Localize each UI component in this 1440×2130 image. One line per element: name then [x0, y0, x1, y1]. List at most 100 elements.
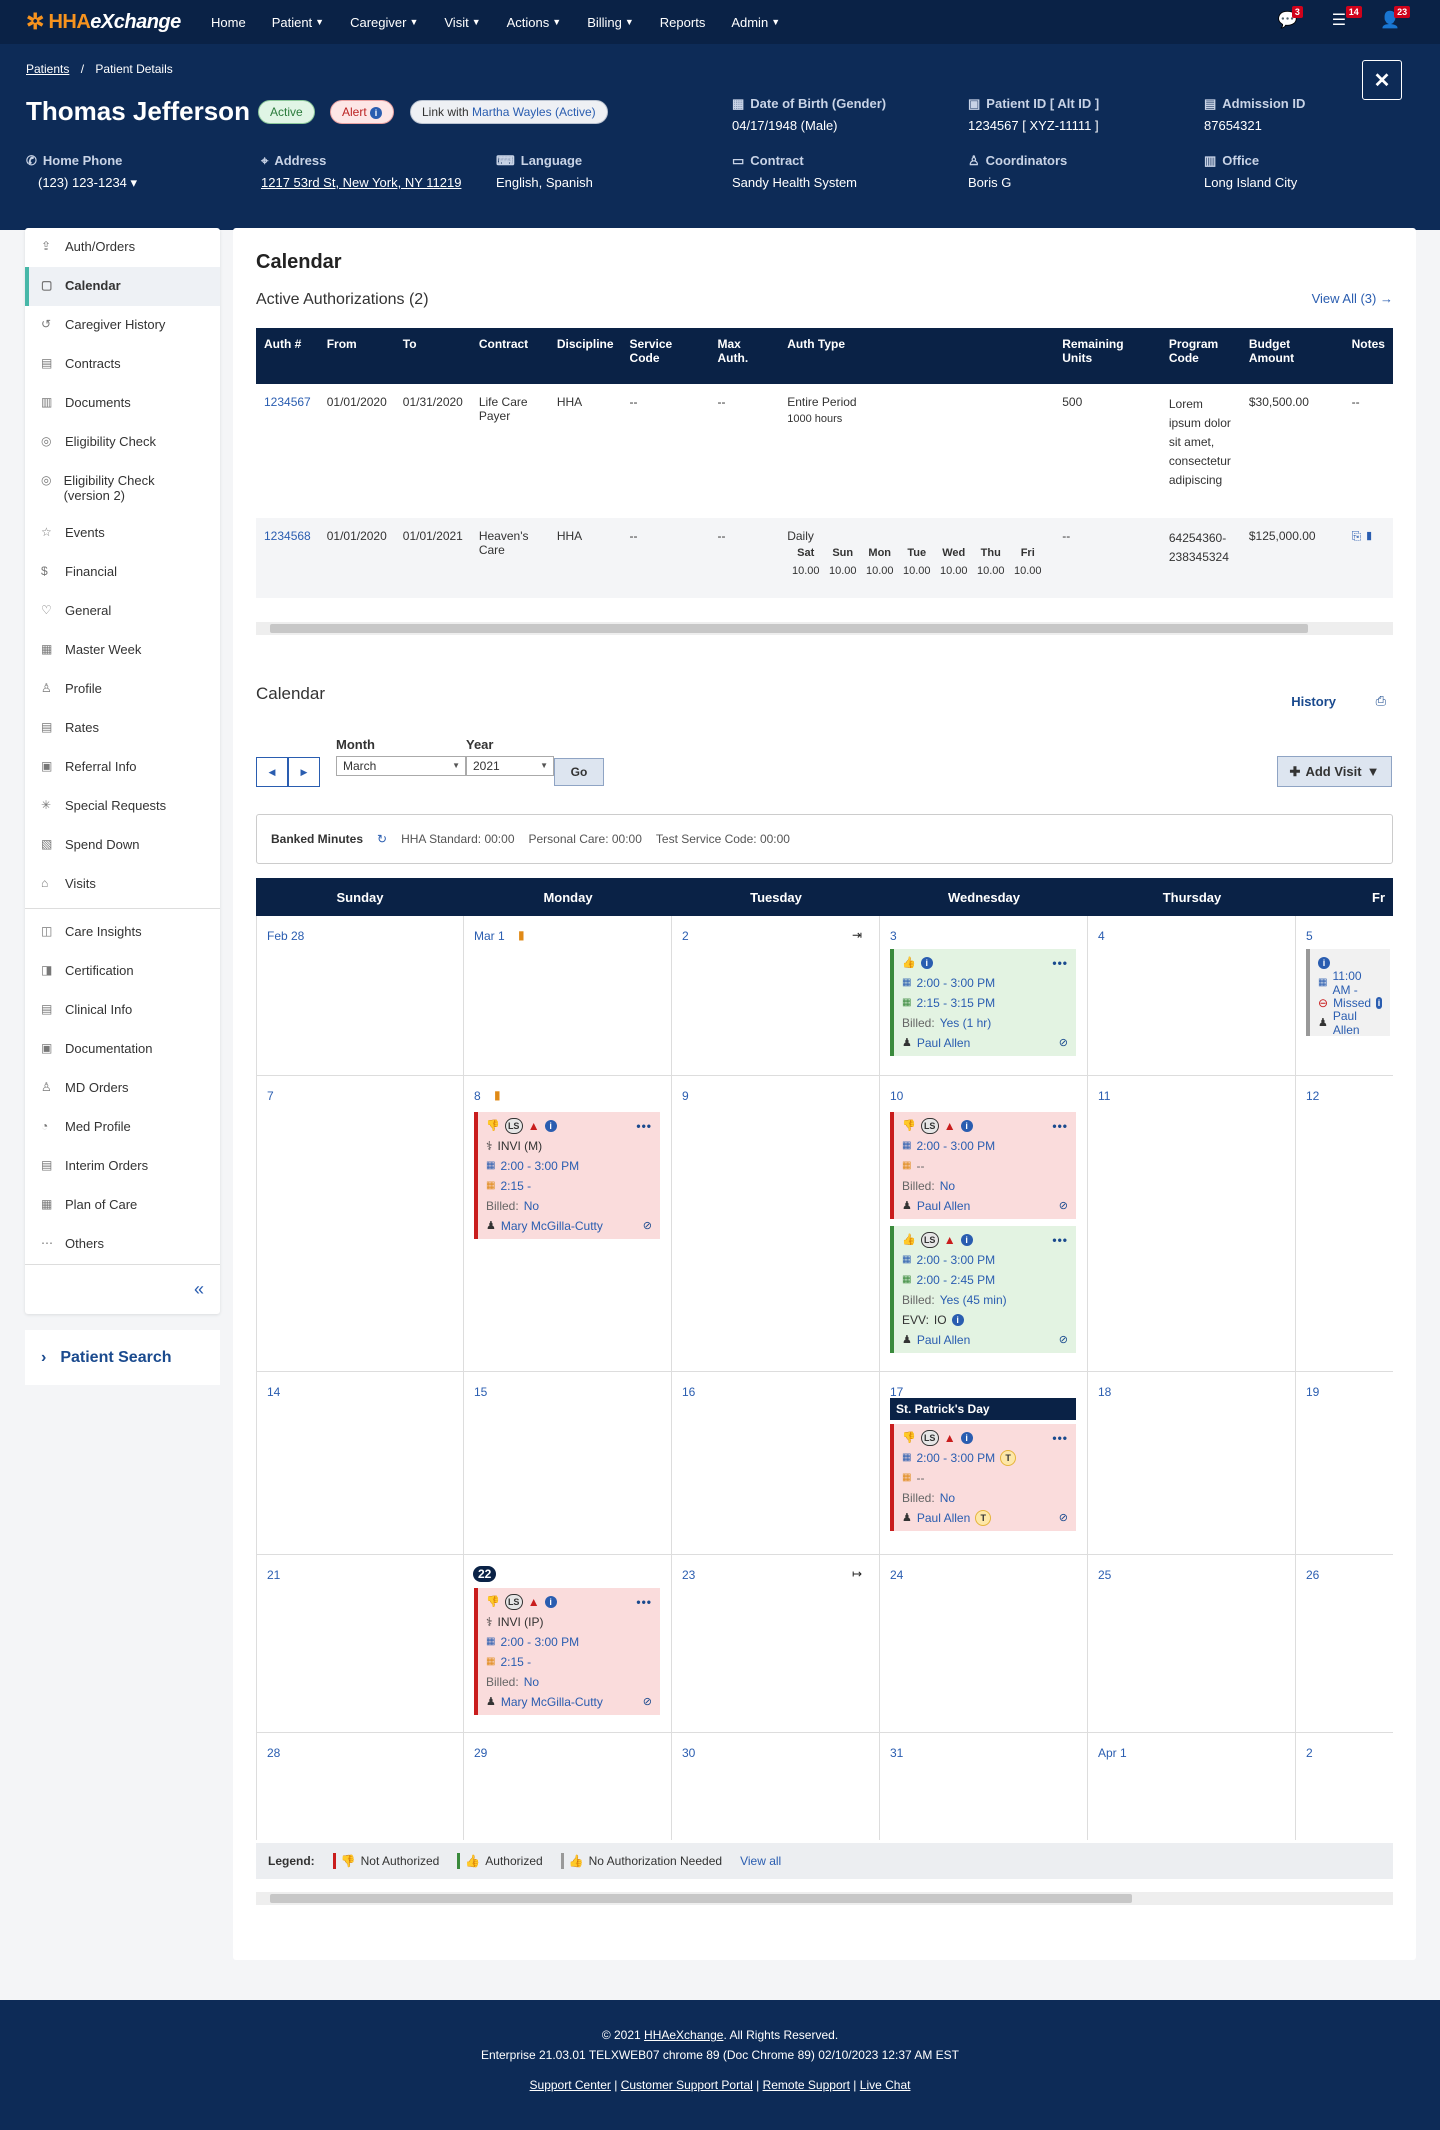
calendar-day-cell[interactable]: 29	[464, 1733, 672, 1840]
sidebar-item-eligibility-check-version-2-[interactable]: ◎ Eligibility Check (version 2)	[25, 462, 220, 514]
caregiver-link[interactable]: Paul Allen	[917, 1511, 970, 1525]
calendar-day-cell[interactable]: 14	[256, 1372, 464, 1555]
day-number[interactable]: 24	[890, 1568, 903, 1582]
calendar-day-cell[interactable]: 18	[1088, 1372, 1296, 1555]
caregiver-link[interactable]: Mary McGilla-Cutty	[501, 1695, 603, 1709]
day-number[interactable]: 23	[682, 1568, 695, 1582]
breadcrumb-patients[interactable]: Patients	[26, 62, 69, 76]
month-select[interactable]: March ▼	[336, 756, 466, 776]
calendar-day-cell[interactable]: 17 👎 LS ▲ i ••• ▦ 2:00 - 3:00 PM T ▦ -- Billed: No ♟ P…	[880, 1372, 1088, 1555]
calendar-day-cell[interactable]: 30	[672, 1733, 880, 1840]
sidebar-item-auth-orders[interactable]: ⇪ Auth/Orders	[25, 228, 220, 267]
more-icon[interactable]: •••	[1052, 1431, 1068, 1445]
sidebar-item-referral-info[interactable]: ▣ Referral Info	[25, 748, 220, 787]
go-button[interactable]: Go	[554, 758, 604, 786]
auth-number-link[interactable]: 1234567	[264, 395, 311, 409]
refresh-icon[interactable]: ↻	[377, 832, 387, 846]
sidebar-item-visits[interactable]: ⌂ Visits	[25, 865, 220, 904]
scrollbar-thumb[interactable]	[270, 624, 1308, 633]
sidebar-item-plan-of-care[interactable]: ▦ Plan of Care	[25, 1186, 220, 1225]
sidebar-item-general[interactable]: ♡ General	[25, 592, 220, 631]
hidden-eye-icon[interactable]: ⊘	[1059, 1511, 1068, 1524]
caregiver-link[interactable]: Mary McGilla-Cutty	[501, 1219, 603, 1233]
calendar-day-cell[interactable]: Mar 1 ▮	[464, 916, 672, 1076]
remote-support-link[interactable]: Remote Support	[763, 2078, 850, 2092]
sidebar-item-financial[interactable]: $ Financial	[25, 553, 220, 592]
day-number[interactable]: 30	[682, 1746, 695, 1760]
calendar-day-cell[interactable]: 26	[1296, 1555, 1393, 1733]
visit-card[interactable]: 👎 LS ▲ i ••• ▦ 2:00 - 3:00 PM ▦ -- Billed: No ♟ Paul…	[890, 1112, 1076, 1219]
visit-card[interactable]: 👎 LS ▲ i ••• ⚕ INVI (M) ▦ 2:00 - 3:00 PM ▦ 2:15 -B…	[474, 1112, 660, 1239]
calendar-day-cell[interactable]: 9	[672, 1076, 880, 1372]
day-number[interactable]: 4	[1098, 929, 1105, 943]
company-link[interactable]: HHAeXchange	[644, 2028, 723, 2042]
calendar-scrollbar[interactable]	[256, 1892, 1393, 1905]
visit-card[interactable]: i ▦ 11:00 AM - ⊖ Missed i ♟ Paul Allen	[1306, 949, 1390, 1037]
nav-billing[interactable]: Billing ▼	[574, 15, 647, 30]
calendar-day-cell[interactable]: Feb 28	[256, 916, 464, 1076]
phone-value[interactable]: (123) 123-1234 ▾	[26, 175, 137, 191]
sidebar-item-spend-down[interactable]: ▧ Spend Down	[25, 826, 220, 865]
caregiver-link[interactable]: Paul Allen	[917, 1036, 970, 1050]
sidebar-item-care-insights[interactable]: ◫ Care Insights	[25, 913, 220, 952]
sidebar-item-med-profile[interactable]: ◔ Med Profile	[25, 1108, 220, 1147]
day-number[interactable]: 2	[682, 929, 689, 943]
calendar-day-cell[interactable]: 8 👎 LS ▲ i ••• ⚕ INVI (M) ▦ 2:00 - 3:00 PM ▦ 2:15 -…	[464, 1076, 672, 1372]
day-number[interactable]: 14	[267, 1385, 280, 1399]
note-icon[interactable]: ▮	[494, 1088, 501, 1102]
print-icon[interactable]: ⎙	[1376, 693, 1386, 709]
nav-patient[interactable]: Patient ▼	[259, 15, 337, 30]
legend-view-all-link[interactable]: View all	[740, 1854, 781, 1868]
day-number[interactable]: 8	[474, 1089, 481, 1103]
more-icon[interactable]: •••	[1052, 1119, 1068, 1133]
logo[interactable]: ✲ HHAeXchange	[26, 9, 198, 35]
hidden-eye-icon[interactable]: ⊘	[1059, 1333, 1068, 1346]
sidebar-item-master-week[interactable]: ▦ Master Week	[25, 631, 220, 670]
day-number[interactable]: 12	[1306, 1089, 1319, 1103]
add-visit-button[interactable]: ✚ Add Visit ▼	[1277, 756, 1392, 787]
sidebar-item-events[interactable]: ☆ Events	[25, 514, 220, 553]
hidden-eye-icon[interactable]: ⊘	[643, 1219, 652, 1232]
calendar-day-cell[interactable]: 31	[880, 1733, 1088, 1840]
prev-month-button[interactable]: ◀	[256, 757, 288, 787]
day-number[interactable]: 15	[474, 1385, 487, 1399]
day-number[interactable]: Mar 1	[474, 929, 505, 943]
view-all-link[interactable]: View All (3) →	[1312, 291, 1393, 306]
close-button[interactable]: ✕	[1362, 60, 1402, 100]
address-link[interactable]: 1217 53rd St, New York, NY 11219	[261, 175, 461, 190]
sign-out-icon[interactable]: ↦	[852, 1567, 862, 1581]
sidebar-item-special-requests[interactable]: ✳ Special Requests	[25, 787, 220, 826]
caregiver-link[interactable]: Paul Allen	[917, 1333, 970, 1347]
calendar-day-cell[interactable]: 23 ↦	[672, 1555, 880, 1733]
auth-number-link[interactable]: 1234568	[264, 529, 311, 543]
calendar-day-cell[interactable]: 5 i ▦ 11:00 AM - ⊖ Missed i ♟ Paul Allen	[1296, 916, 1393, 1076]
nav-reports[interactable]: Reports	[647, 15, 719, 30]
nav-actions[interactable]: Actions ▼	[494, 15, 575, 30]
day-number[interactable]: 16	[682, 1385, 695, 1399]
day-number[interactable]: Apr 1	[1098, 1746, 1127, 1760]
calendar-day-cell[interactable]: 28	[256, 1733, 464, 1840]
sidebar-item-interim-orders[interactable]: ▤ Interim Orders	[25, 1147, 220, 1186]
sidebar-item-others[interactable]: ⋯ Others	[25, 1225, 220, 1264]
day-number[interactable]: 22	[473, 1566, 497, 1582]
visit-card[interactable]: 👎 LS ▲ i ••• ⚕ INVI (IP) ▦ 2:00 - 3:00 PM ▦ 2:15 -…	[474, 1588, 660, 1715]
calendar-day-cell[interactable]: 25	[1088, 1555, 1296, 1733]
collapse-sidebar-button[interactable]: «	[25, 1264, 220, 1314]
year-select[interactable]: 2021 ▼	[466, 756, 554, 776]
nav-caregiver[interactable]: Caregiver ▼	[337, 15, 431, 30]
calendar-day-cell[interactable]: Apr 1	[1088, 1733, 1296, 1840]
more-icon[interactable]: •••	[1052, 956, 1068, 970]
auth-table-scrollbar[interactable]	[256, 622, 1393, 635]
nav-home[interactable]: Home	[198, 15, 259, 30]
user-icon[interactable]: 👤 23	[1380, 6, 1411, 30]
next-month-button[interactable]: ▶	[288, 757, 320, 787]
sidebar-item-rates[interactable]: ▤ Rates	[25, 709, 220, 748]
live-chat-link[interactable]: Live Chat	[860, 2078, 911, 2092]
sidebar-item-calendar[interactable]: ▢ Calendar	[25, 267, 220, 306]
day-number[interactable]: 10	[890, 1089, 903, 1103]
calendar-day-cell[interactable]: 10 👎 LS ▲ i ••• ▦ 2:00 - 3:00 PM ▦ -- Billed: No ♟ Pa…	[880, 1076, 1088, 1372]
visit-card[interactable]: 👍 LS ▲ i ••• ▦ 2:00 - 3:00 PM ▦ 2:00 - 2:45 PM Bi…	[890, 1226, 1076, 1353]
day-number[interactable]: 17	[890, 1385, 903, 1399]
customer-portal-link[interactable]: Customer Support Portal	[621, 2078, 753, 2092]
visit-card[interactable]: 👍 i ••• ▦ 2:00 - 3:00 PM ▦ 2:15 - 3:15 PM Bille…	[890, 949, 1076, 1056]
